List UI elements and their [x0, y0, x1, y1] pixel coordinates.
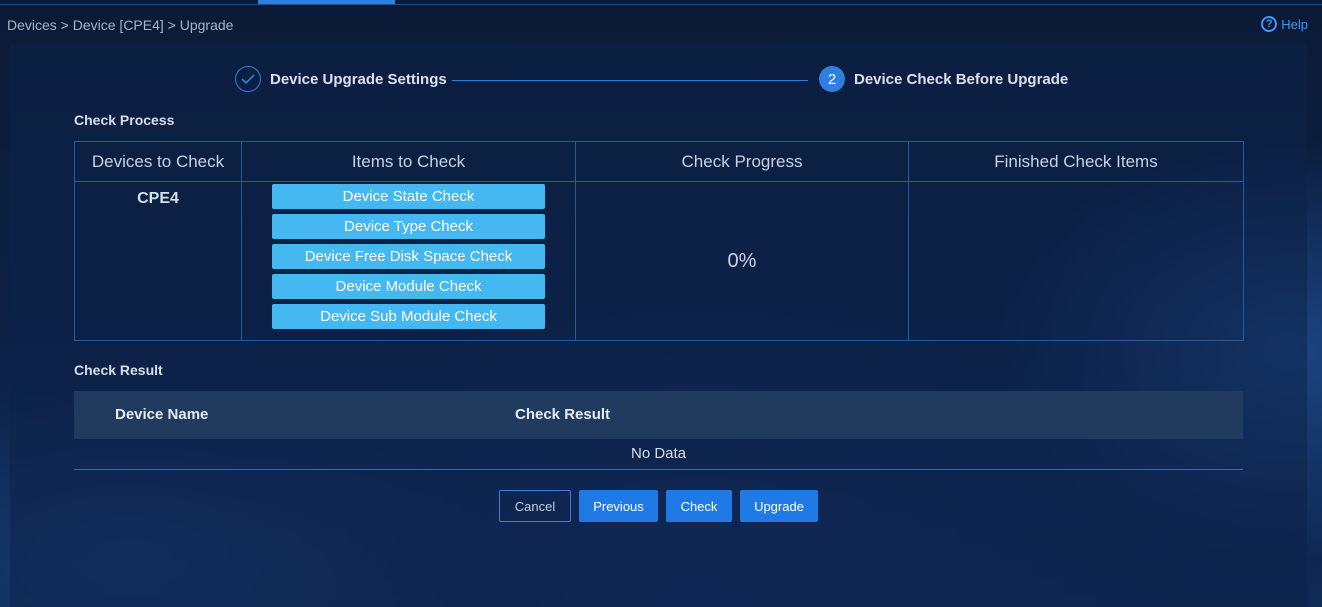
column-header: Devices to Check	[74, 141, 242, 182]
column-header: Finished Check Items	[908, 141, 1244, 182]
upgrade-panel: Device Upgrade Settings 2 Device Check B…	[10, 44, 1307, 607]
empty-state: No Data	[74, 439, 1243, 470]
step-number: 2	[819, 66, 845, 92]
column-header-device-name: Device Name	[115, 406, 209, 423]
cancel-button[interactable]: Cancel	[499, 490, 571, 522]
finished-check-items	[908, 181, 1244, 341]
stepper: Device Upgrade Settings 2 Device Check B…	[235, 66, 1075, 92]
check-item-free-disk-space[interactable]: Device Free Disk Space Check	[272, 244, 545, 269]
table-header-row: Devices to Check Items to Check Check Pr…	[74, 141, 1244, 182]
active-tab-indicator	[258, 0, 395, 4]
check-button[interactable]: Check	[666, 490, 732, 522]
check-item-device-module[interactable]: Device Module Check	[272, 274, 545, 299]
check-process-title: Check Process	[74, 112, 175, 128]
check-progress: 0%	[575, 181, 909, 341]
top-tab-bar	[0, 0, 1322, 5]
upgrade-button[interactable]: Upgrade	[740, 490, 818, 522]
check-process-table: Devices to Check Items to Check Check Pr…	[74, 141, 1244, 341]
column-header-check-result: Check Result	[515, 406, 611, 423]
step-upgrade-settings[interactable]: Device Upgrade Settings	[235, 66, 447, 92]
checkmark-icon	[235, 66, 261, 92]
result-table-header: Device Name Check Result	[74, 391, 1243, 439]
items-to-check: Device State Check Device Type Check Dev…	[241, 181, 576, 341]
step-label: Device Upgrade Settings	[270, 70, 447, 88]
step-label: Device Check Before Upgrade	[854, 70, 1069, 88]
check-result-title: Check Result	[74, 362, 163, 378]
table-row: CPE4 Device State Check Device Type Chec…	[74, 181, 1244, 341]
check-item-device-state[interactable]: Device State Check	[272, 184, 545, 209]
step-connector	[452, 80, 808, 81]
column-header: Items to Check	[241, 141, 576, 182]
breadcrumb: Devices > Device [CPE4] > Upgrade	[7, 17, 234, 33]
check-item-device-sub-module[interactable]: Device Sub Module Check	[272, 304, 545, 329]
check-item-device-type[interactable]: Device Type Check	[272, 214, 545, 239]
help-link[interactable]: ? Help	[1261, 16, 1308, 32]
help-label: Help	[1281, 16, 1308, 32]
column-header: Check Progress	[575, 141, 909, 182]
previous-button[interactable]: Previous	[579, 490, 658, 522]
device-to-check: CPE4	[74, 181, 242, 341]
question-icon: ?	[1261, 16, 1278, 32]
step-check-before-upgrade: 2 Device Check Before Upgrade	[819, 66, 1068, 92]
